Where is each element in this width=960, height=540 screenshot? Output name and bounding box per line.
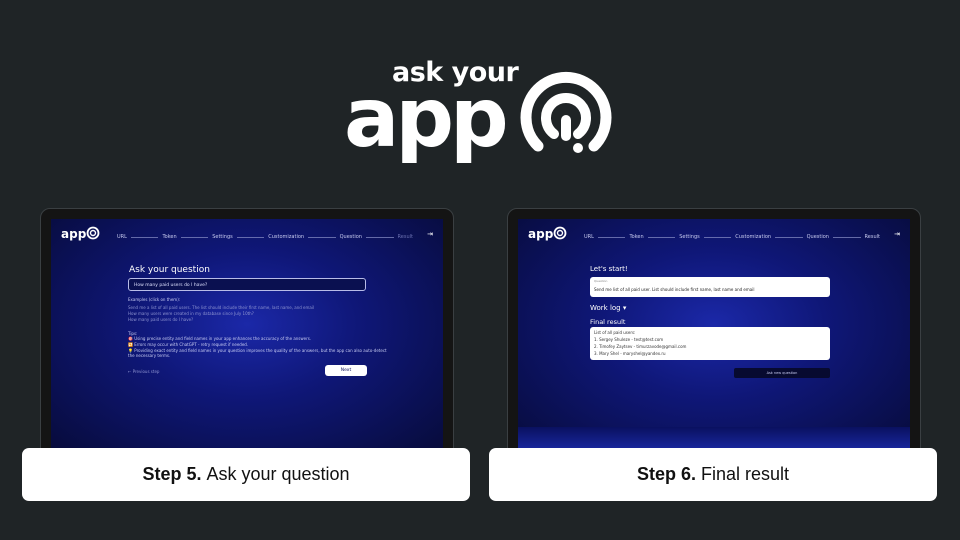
step-customization[interactable]: Customization <box>735 234 771 240</box>
caption-step-number: Step 5. <box>142 464 202 484</box>
result-line: List of all paid users: <box>594 330 636 335</box>
caption-step-number: Step 6. <box>636 464 696 484</box>
app-logo[interactable]: app <box>528 226 568 242</box>
question-input[interactable]: How many paid users do I have? <box>128 278 366 291</box>
step-result[interactable]: Result <box>865 234 880 240</box>
result-line: 2. Timofey Zaytsev - timurzavode@gmail.c… <box>594 344 687 349</box>
step-token[interactable]: Token <box>162 234 176 240</box>
step-question[interactable]: Question <box>340 234 362 240</box>
step-url[interactable]: URL <box>117 234 127 240</box>
examples-heading: Examples (click on them): <box>128 297 181 302</box>
caption-step6: Step 6. Final result <box>489 448 937 501</box>
logout-icon[interactable]: ⇥ <box>427 230 433 238</box>
example-item[interactable]: How many users were created in my databa… <box>128 311 254 316</box>
tip-item: 🔁 Errors may occur with ChatGPT - retry … <box>128 342 249 347</box>
question-field[interactable]: Question Send me list of all paid user. … <box>590 277 830 297</box>
example-item[interactable]: Send me a list of all paid users. The li… <box>128 305 314 310</box>
final-result-box: List of all paid users: 1. Sergey Shulez… <box>590 327 830 360</box>
laptop-step5: app URL Token Settings Customization Que… <box>40 208 454 454</box>
step-question[interactable]: Question <box>807 234 829 240</box>
app-logo[interactable]: app <box>61 226 101 242</box>
page-title: Let's start! <box>590 265 628 273</box>
page-title: Ask your question <box>129 265 210 275</box>
app-logo-icon <box>553 226 567 240</box>
ask-new-question-button[interactable]: Ask new question <box>734 368 830 378</box>
step-customization[interactable]: Customization <box>268 234 304 240</box>
step-url[interactable]: URL <box>584 234 594 240</box>
caption-step5: Step 5. Ask your question <box>22 448 470 501</box>
step-result[interactable]: Result <box>398 234 413 240</box>
ask-your-app-logo: ask your app <box>344 58 614 166</box>
app-logo-icon <box>86 226 100 240</box>
step-settings[interactable]: Settings <box>679 234 700 240</box>
app-screen-step5: app URL Token Settings Customization Que… <box>51 219 443 453</box>
caption-step-text: Final result <box>701 464 790 484</box>
tip-item: 🎯 Using precise entity and field names i… <box>128 336 312 341</box>
app-screen-step6: app URL Token Settings Customization Que… <box>518 219 910 453</box>
stepper: URL Token Settings Customization Questio… <box>117 232 413 242</box>
step-token[interactable]: Token <box>629 234 643 240</box>
work-log-toggle[interactable]: Work log ▾ <box>590 304 626 312</box>
final-result-heading: Final result <box>590 318 626 326</box>
next-button[interactable]: Next <box>325 365 367 376</box>
example-item[interactable]: How many paid users do I have? <box>128 317 193 322</box>
result-line: 3. Mary Shel - maryshel@yandex.ru <box>594 351 666 356</box>
caption-step-text: Ask your question <box>206 464 350 484</box>
laptop-step6: app URL Token Settings Customization Que… <box>507 208 921 454</box>
previous-step-link[interactable]: ← Previous step <box>128 369 159 374</box>
question-mark-logo-icon <box>520 71 612 153</box>
step-settings[interactable]: Settings <box>212 234 233 240</box>
logo-wordmark: app <box>344 71 509 166</box>
tip-item: the necessary terms. <box>128 353 171 358</box>
question-field-label: Question <box>594 279 608 283</box>
logout-icon[interactable]: ⇥ <box>894 230 900 238</box>
stepper: URL Token Settings Customization Questio… <box>584 232 880 242</box>
question-field-value: Send me list of all paid user. List shou… <box>594 287 755 292</box>
result-line: 1. Sergey Shuleze - test@test.com <box>594 337 664 342</box>
